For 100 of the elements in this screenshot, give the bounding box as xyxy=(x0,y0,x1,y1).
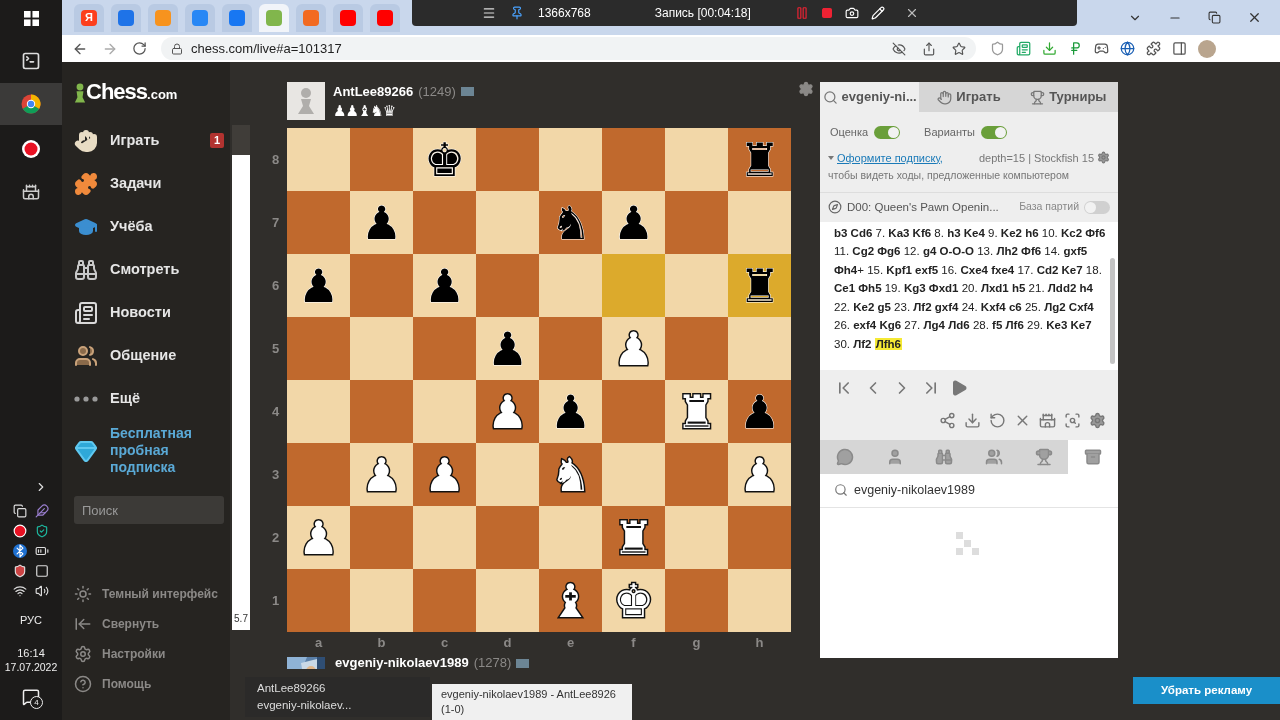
menu-icon[interactable] xyxy=(482,6,496,20)
feather-icon[interactable] xyxy=(35,503,49,518)
terminal-icon[interactable] xyxy=(21,51,41,71)
board-square[interactable]: ♟ xyxy=(728,380,791,443)
star-icon[interactable] xyxy=(952,41,966,56)
flip-icon[interactable] xyxy=(989,412,1006,430)
preview-title[interactable]: evgeniy-nikolaev... xyxy=(257,697,418,714)
close-icon[interactable] xyxy=(1247,10,1262,25)
share-icon[interactable] xyxy=(922,41,936,56)
nav-item[interactable]: Смотреть xyxy=(74,248,230,291)
chess-piece[interactable]: ♟ xyxy=(738,386,781,437)
windows-logo-icon[interactable] xyxy=(23,11,39,26)
board-square[interactable]: ♜ xyxy=(728,128,791,191)
board-square[interactable]: ♟ xyxy=(413,254,476,317)
board-square[interactable]: ♜ xyxy=(728,254,791,317)
chess-piece[interactable]: ♝ xyxy=(549,575,592,626)
browser-tab[interactable] xyxy=(259,3,289,32)
browser-tab[interactable] xyxy=(148,3,178,32)
nav-item[interactable]: Задачи xyxy=(74,162,230,205)
stop-icon[interactable] xyxy=(820,7,833,19)
chess-piece[interactable]: ♜ xyxy=(738,260,781,311)
chess-piece[interactable]: ♟ xyxy=(360,197,403,248)
board-square[interactable]: ♟ xyxy=(413,443,476,506)
download-icon[interactable] xyxy=(964,412,981,430)
panel-tab[interactable]: evgeniy-ni... xyxy=(820,82,920,112)
toggle-switch[interactable] xyxy=(1084,200,1110,214)
promo-link[interactable]: Бесплатная пробная подписка xyxy=(74,425,230,476)
shield-icon[interactable] xyxy=(35,523,49,538)
pause-icon[interactable] xyxy=(794,6,809,20)
eye-off-icon[interactable] xyxy=(892,41,906,56)
browser-tab[interactable] xyxy=(111,3,141,32)
footer-item[interactable]: Помощь xyxy=(74,669,230,699)
taskbar-item[interactable] xyxy=(0,83,62,125)
language-indicator[interactable]: РУС xyxy=(20,611,42,628)
extensions-icon[interactable] xyxy=(1146,41,1161,56)
share-icon[interactable] xyxy=(939,412,956,430)
browser-tab[interactable] xyxy=(222,3,252,32)
browser-tab[interactable] xyxy=(333,3,363,32)
board-square[interactable]: ♟ xyxy=(602,191,665,254)
browser-tab[interactable]: Я xyxy=(74,3,104,32)
camera-icon[interactable] xyxy=(844,6,859,20)
nav-item[interactable]: Общение xyxy=(74,334,230,377)
board-square[interactable]: ♚ xyxy=(413,128,476,191)
chess-piece[interactable]: ♟ xyxy=(423,449,466,500)
chess-piece-icon[interactable] xyxy=(22,183,40,201)
browser-tab[interactable] xyxy=(296,3,326,32)
nav-item[interactable]: Ещё xyxy=(74,377,230,420)
subscribe-link[interactable]: Оформите подписку, xyxy=(837,149,943,166)
chess-piece[interactable]: ♚ xyxy=(423,134,466,185)
extension-icon[interactable] xyxy=(1016,41,1031,56)
avatar[interactable] xyxy=(287,82,325,120)
restore-icon[interactable] xyxy=(1208,11,1221,24)
nav-item[interactable]: Учёба xyxy=(74,205,230,248)
chess-piece[interactable]: ♟ xyxy=(612,197,655,248)
player-name[interactable]: AntLee89266 xyxy=(333,82,414,102)
board-square[interactable]: ♟ xyxy=(539,380,602,443)
chess-piece[interactable]: ♜ xyxy=(738,134,781,185)
search-field[interactable]: Поиск xyxy=(74,496,224,524)
pin-icon[interactable] xyxy=(510,6,524,20)
notification-icon[interactable] xyxy=(22,688,40,706)
pencil-icon[interactable] xyxy=(870,6,885,20)
chess-piece[interactable]: ♟ xyxy=(486,386,529,437)
chess-piece[interactable]: ♟ xyxy=(486,323,529,374)
download-icon[interactable] xyxy=(1042,41,1057,56)
settings-icon[interactable] xyxy=(797,81,814,97)
board-square[interactable]: ♜ xyxy=(602,506,665,569)
footer-item[interactable]: Настройки xyxy=(74,639,230,669)
board-square[interactable]: ♟ xyxy=(350,191,413,254)
chess-piece[interactable]: ♞ xyxy=(549,449,592,500)
remove-ads-button[interactable]: Убрать рекламу xyxy=(1133,677,1280,704)
nav-item[interactable]: Играть 1 xyxy=(74,119,230,162)
board-square[interactable]: ♞ xyxy=(539,443,602,506)
volume-icon[interactable] xyxy=(35,583,49,598)
board-square[interactable]: ♟ xyxy=(287,254,350,317)
chess-piece[interactable]: ♟ xyxy=(297,260,340,311)
reload-icon[interactable] xyxy=(132,41,147,56)
board-square[interactable]: ♟ xyxy=(476,380,539,443)
profile-avatar[interactable] xyxy=(1198,39,1216,58)
bluetooth-icon[interactable] xyxy=(13,543,27,558)
player-name[interactable]: evgeniy-nikolaev1989 xyxy=(335,653,469,673)
record-icon[interactable] xyxy=(21,139,41,159)
chess-piece[interactable]: ♜ xyxy=(612,512,655,563)
board-search-icon[interactable] xyxy=(1064,412,1081,430)
board-square[interactable]: ♝ xyxy=(539,569,602,632)
settings-icon[interactable] xyxy=(1097,151,1110,165)
preview-title[interactable]: AntLee89266 xyxy=(257,680,418,697)
current-move[interactable]: Лfh6 xyxy=(874,337,902,350)
wifi-icon[interactable] xyxy=(13,583,27,598)
scrollbar[interactable] xyxy=(1110,257,1115,364)
globe-icon[interactable] xyxy=(1120,41,1135,56)
ruble-icon[interactable] xyxy=(1068,41,1083,56)
record-icon[interactable] xyxy=(13,523,27,538)
screen-icon[interactable] xyxy=(13,503,27,518)
play-icon[interactable] xyxy=(950,378,968,397)
gamepad-icon[interactable] xyxy=(1094,41,1109,56)
window-icon[interactable] xyxy=(35,563,49,578)
panel-tab[interactable] xyxy=(1068,439,1119,474)
chess-piece[interactable]: ♟ xyxy=(423,260,466,311)
board-square[interactable]: ♞ xyxy=(539,191,602,254)
toggle-switch[interactable] xyxy=(980,125,1007,139)
